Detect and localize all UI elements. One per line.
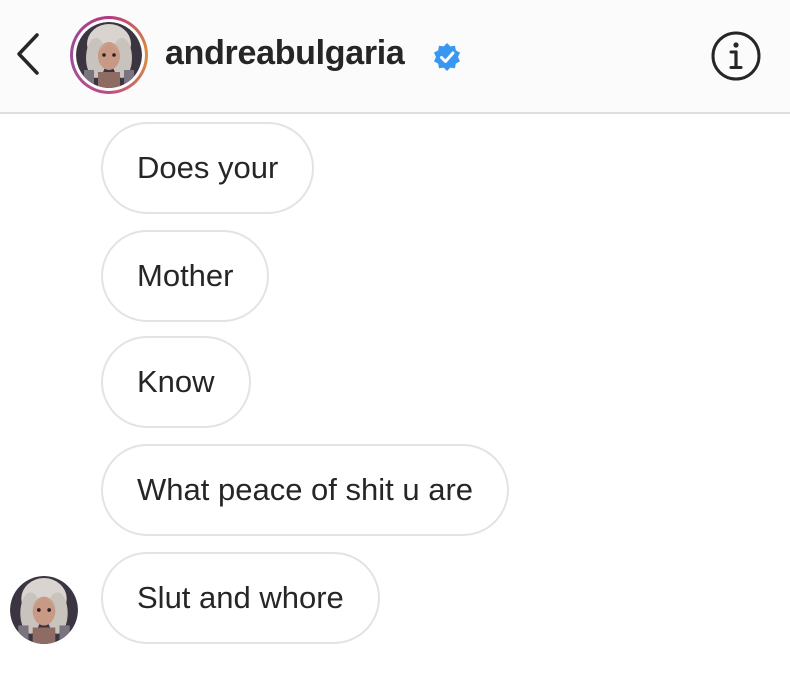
message-bubble[interactable]: Know: [101, 336, 251, 428]
info-button[interactable]: [710, 30, 762, 82]
info-icon: [711, 31, 761, 81]
verified-badge-icon: [434, 43, 460, 71]
message-bubble[interactable]: Does your: [101, 122, 315, 214]
message-bubble[interactable]: Mother: [101, 230, 270, 322]
username[interactable]: andreabulgaria: [165, 34, 405, 73]
message-bubble[interactable]: Slut and whore: [101, 552, 380, 644]
message-thread[interactable]: Does your Mother Know What peace of shit…: [0, 114, 790, 674]
profile-photo: [76, 22, 142, 88]
message-bubble[interactable]: What peace of shit u are: [101, 444, 510, 536]
header-avatar[interactable]: [70, 16, 148, 94]
back-button[interactable]: [10, 28, 46, 80]
chat-header: andreabulgaria: [0, 0, 790, 114]
chevron-left-icon: [17, 33, 39, 75]
sender-avatar[interactable]: [10, 576, 78, 644]
direct-message-screen: andreabulgaria Does your Mother Know Wha…: [0, 0, 790, 674]
